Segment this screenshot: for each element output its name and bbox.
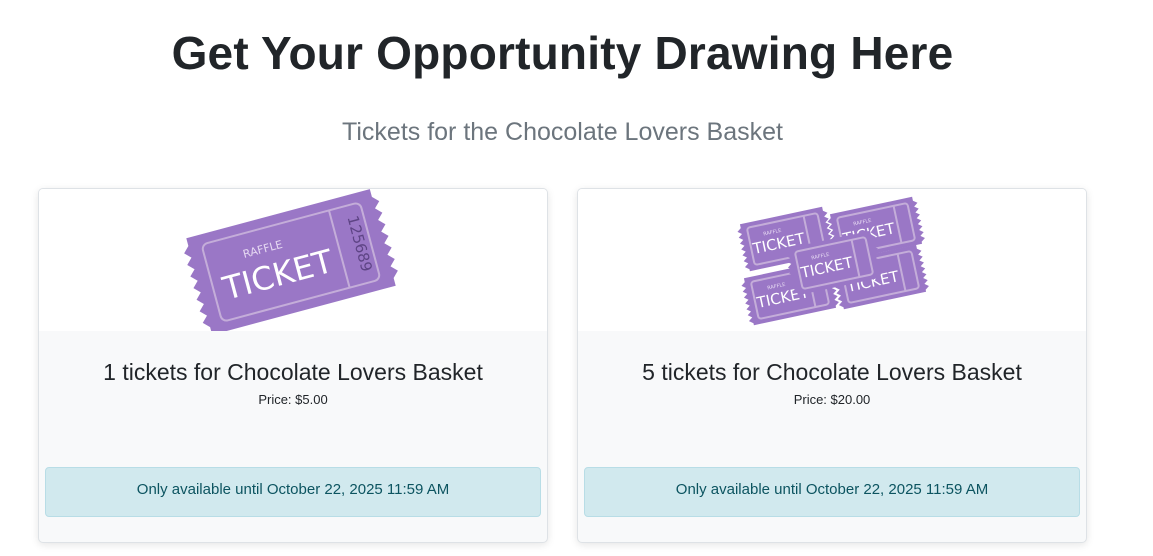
product-title: 1 tickets for Chocolate Lovers Basket — [103, 359, 483, 385]
availability-notice: Only available until October 22, 2025 11… — [45, 467, 541, 517]
multiple-tickets-image: RAFFLE TICKET RAFFLE TICKET RAFFLE TICKE… — [578, 189, 1086, 331]
product-card-1-ticket[interactable]: RAFFLE TICKET 125689 1 tickets for Choco… — [38, 188, 548, 543]
single-ticket-image: RAFFLE TICKET 125689 — [39, 189, 547, 331]
product-title: 5 tickets for Chocolate Lovers Basket — [642, 359, 1022, 385]
product-price: Price: $5.00 — [258, 392, 328, 407]
product-price: Price: $20.00 — [793, 392, 871, 407]
page-title: Get Your Opportunity Drawing Here — [171, 27, 954, 79]
availability-notice: Only available until October 22, 2025 11… — [584, 467, 1080, 517]
product-card-5-tickets[interactable]: RAFFLE TICKET RAFFLE TICKET RAFFLE TICKE… — [577, 188, 1087, 543]
page-subtitle: Tickets for the Chocolate Lovers Basket — [342, 118, 783, 146]
